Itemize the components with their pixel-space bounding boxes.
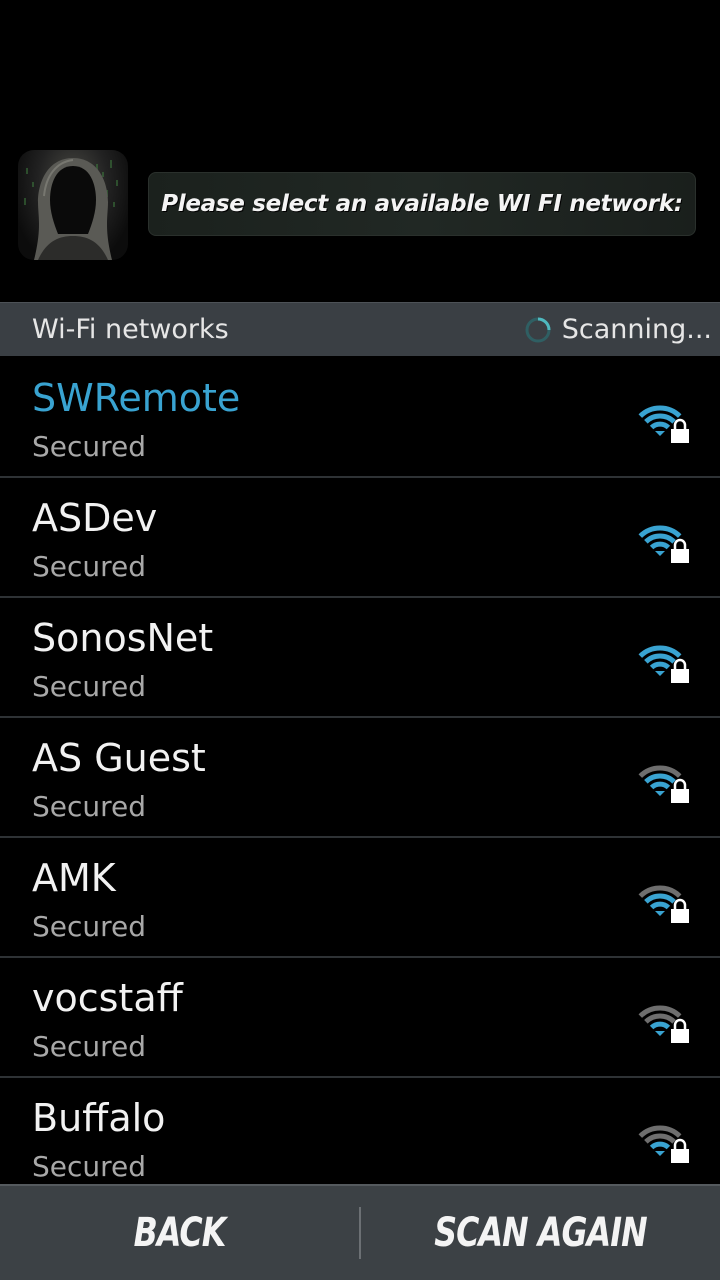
- lock-shackle: [673, 898, 687, 909]
- scan-status: Scanning...: [524, 314, 712, 345]
- network-name: AS Guest: [32, 736, 206, 780]
- signal-arc: [644, 653, 676, 664]
- signal-dot: [655, 551, 665, 556]
- network-status: Secured: [32, 670, 147, 703]
- hooded-hacker-avatar: [18, 150, 128, 260]
- network-status: Secured: [32, 790, 147, 823]
- wifi-network-item[interactable]: AMK Secured: [0, 838, 720, 958]
- signal-arc: [649, 1141, 671, 1150]
- wifi-network-item[interactable]: SonosNet Secured: [0, 598, 720, 718]
- wifi-network-item[interactable]: ASDev Secured: [0, 478, 720, 598]
- wifi-locked-icon: [638, 1005, 689, 1043]
- network-status: Secured: [32, 550, 147, 583]
- scan-status-label: Scanning...: [561, 314, 712, 345]
- network-name: Buffalo: [32, 1096, 166, 1140]
- lock-shackle: [673, 538, 687, 549]
- wifi-locked-icon: [638, 405, 689, 443]
- signal-arc: [649, 1021, 671, 1030]
- back-button[interactable]: BACK: [22, 1186, 338, 1280]
- lock-body: [671, 429, 689, 443]
- signal-arc: [649, 781, 671, 790]
- header: Please select an available WI FI network…: [0, 0, 720, 300]
- wifi-locked-icon: [638, 885, 689, 923]
- signal-arc: [649, 541, 671, 550]
- signal-dot: [655, 791, 665, 796]
- spinner-icon: [525, 317, 551, 342]
- wifi-network-item[interactable]: AS Guest Secured: [0, 718, 720, 838]
- wifi-locked-icon: [638, 1125, 689, 1163]
- hooded-figure-icon: [24, 158, 118, 260]
- network-name: ASDev: [32, 496, 158, 540]
- lock-body: [671, 1029, 689, 1043]
- network-name: SonosNet: [32, 616, 214, 660]
- network-name: SWRemote: [32, 376, 241, 420]
- signal-arc: [649, 901, 671, 910]
- lock-body: [671, 669, 689, 683]
- lock-shackle: [673, 1138, 687, 1149]
- lock-body: [671, 789, 689, 803]
- signal-arc: [644, 413, 676, 424]
- signal-arc: [644, 1133, 676, 1144]
- network-status: Secured: [32, 1030, 147, 1063]
- signal-arc: [644, 533, 676, 544]
- signal-dot: [655, 911, 665, 916]
- wifi-network-item[interactable]: SWRemote Secured: [0, 358, 720, 478]
- button-divider: [359, 1207, 361, 1259]
- signal-arc: [649, 661, 671, 670]
- signal-arc: [644, 773, 676, 784]
- signal-dot: [655, 1151, 665, 1156]
- lock-shackle: [673, 418, 687, 429]
- wifi-locked-icon: [638, 525, 689, 563]
- lock-body: [671, 549, 689, 563]
- network-status: Secured: [32, 910, 147, 943]
- wifi-network-list: SWRemote Secured ASDev Secured SonosNet …: [0, 358, 720, 1184]
- wifi-locked-icon: [638, 645, 689, 683]
- wifi-network-item[interactable]: vocstaff Secured: [0, 958, 720, 1078]
- signal-arc: [644, 893, 676, 904]
- bottom-action-bar: BACK SCAN AGAIN: [0, 1184, 720, 1280]
- wifi-network-item[interactable]: Buffalo Secured: [0, 1078, 720, 1184]
- network-status: Secured: [32, 430, 147, 463]
- network-status: Secured: [32, 1150, 147, 1183]
- section-title: Wi-Fi networks: [32, 314, 229, 345]
- lock-body: [671, 909, 689, 923]
- signal-dot: [655, 1031, 665, 1036]
- wifi-locked-icon: [638, 765, 689, 803]
- signal-arc: [644, 1013, 676, 1024]
- network-name: vocstaff: [32, 976, 183, 1020]
- scan-again-button[interactable]: SCAN AGAIN: [383, 1186, 699, 1280]
- wifi-section-header: Wi-Fi networks Scanning...: [0, 302, 720, 356]
- signal-arc: [649, 421, 671, 430]
- signal-dot: [655, 431, 665, 436]
- screen: Please select an available WI FI network…: [0, 0, 720, 1280]
- signal-dot: [655, 671, 665, 676]
- lock-body: [671, 1149, 689, 1163]
- network-name: AMK: [32, 856, 116, 900]
- lock-shackle: [673, 1018, 687, 1029]
- lock-shackle: [673, 658, 687, 669]
- prompt-text: Please select an available WI FI network…: [161, 191, 683, 217]
- lock-shackle: [673, 778, 687, 789]
- prompt-banner: Please select an available WI FI network…: [148, 172, 696, 236]
